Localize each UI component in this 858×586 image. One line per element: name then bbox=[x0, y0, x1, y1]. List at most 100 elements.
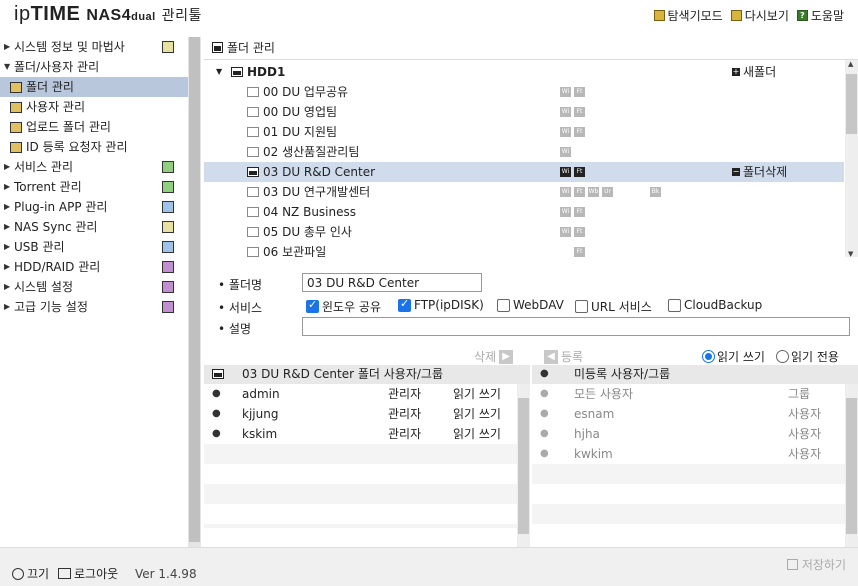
expand-icon: ▶ bbox=[4, 302, 11, 311]
minus-icon: − bbox=[732, 167, 740, 176]
ftp-checkbox[interactable]: FTP(ipDISK) bbox=[398, 297, 484, 312]
tree-folder-row[interactable]: 06 보관파일 Ft bbox=[204, 242, 844, 257]
sidebar-item-label: 시스템 정보 및 마법사 bbox=[14, 40, 125, 54]
sidebar-item-plugin[interactable]: ▶ Plug-in APP 관리 bbox=[0, 197, 188, 217]
scrollbar-thumb[interactable] bbox=[846, 74, 857, 134]
sidebar-item-label: 고급 기능 설정 bbox=[14, 300, 88, 314]
folder-tree: ▼ HDD1 + 새폴더 00 DU 업무공유 Wi Ft 00 DU 영업팀 Wi… bbox=[204, 59, 858, 257]
tree-folder-row[interactable]: 03 DU 연구개발센터 Wi Ft Wb Ur Bk bbox=[204, 182, 844, 202]
scroll-up-icon[interactable]: ▲ bbox=[848, 60, 853, 68]
sidebar-item-hdd-raid[interactable]: ▶ HDD/RAID 관리 bbox=[0, 257, 188, 277]
sidebar-item-usb[interactable]: ▶ USB 관리 bbox=[0, 237, 188, 257]
radio-icon bbox=[776, 350, 789, 363]
tree-folder-row[interactable]: 02 생산품질관리팀 Wi bbox=[204, 142, 844, 162]
register-user-button[interactable]: ◀ 등록 bbox=[544, 348, 583, 365]
folder-manage-title-icon bbox=[212, 42, 223, 53]
unregistered-panel-scrollbar[interactable] bbox=[845, 384, 858, 547]
logout-label: 로그아웃 bbox=[74, 567, 119, 581]
windows-share-icon: Wi bbox=[560, 127, 571, 137]
group-row[interactable]: ● 모든 사용자 그룹 bbox=[532, 384, 858, 404]
tree-folder-row[interactable]: 04 NZ Business Wi Ft bbox=[204, 202, 844, 222]
windows-share-icon: Wi bbox=[560, 87, 571, 97]
group-icon: ● bbox=[540, 388, 549, 399]
tree-folder-row[interactable]: 01 DU 지원팀 Wi Ft bbox=[204, 122, 844, 142]
refresh-link[interactable]: 다시보기 bbox=[730, 7, 789, 24]
help-label: 도움말 bbox=[810, 9, 844, 23]
tree-root-row[interactable]: ▼ HDD1 + 새폴더 bbox=[204, 62, 844, 82]
explorer-mode-link[interactable]: 탐색기모드 bbox=[653, 7, 723, 24]
registered-panel-scrollbar[interactable] bbox=[517, 384, 530, 547]
folder-icon bbox=[247, 227, 259, 237]
sidebar-item-service[interactable]: ▶ 서비스 관리 bbox=[0, 157, 188, 177]
user-type: 사용자 bbox=[788, 407, 822, 421]
tree-folder-row[interactable]: 00 DU 업무공유 Wi Ft bbox=[204, 82, 844, 102]
folder-name-input[interactable] bbox=[302, 273, 482, 292]
sidebar-item-torrent[interactable]: ▶ Torrent 관리 bbox=[0, 177, 188, 197]
tree-folder-row[interactable]: 00 DU 영업팀 Wi Ft bbox=[204, 102, 844, 122]
scrollbar-thumb[interactable] bbox=[846, 398, 857, 534]
user-row[interactable]: ● kwkim 사용자 bbox=[532, 444, 858, 464]
ftp-icon: Ft bbox=[574, 247, 585, 257]
sidebar-item-folder-manage[interactable]: 폴더 관리 bbox=[0, 77, 188, 97]
folder-icon bbox=[247, 247, 259, 257]
description-input[interactable] bbox=[302, 317, 850, 336]
sidebar-item-id-request[interactable]: ID 등록 요청자 관리 bbox=[0, 137, 188, 157]
folder-manage-icon bbox=[10, 81, 22, 93]
plugin-icon bbox=[162, 201, 174, 213]
user-icon: ● bbox=[212, 428, 221, 439]
user-type: 사용자 bbox=[788, 447, 822, 461]
user-row[interactable]: ● esnam 사용자 bbox=[532, 404, 858, 424]
scrollbar-thumb[interactable] bbox=[189, 37, 200, 542]
read-only-radio[interactable]: 읽기 전용 bbox=[776, 348, 839, 365]
cloudbackup-checkbox[interactable]: CloudBackup bbox=[668, 298, 762, 312]
sidebar-item-nas-sync[interactable]: ▶ NAS Sync 관리 bbox=[0, 217, 188, 237]
sidebar-item-advanced[interactable]: ▶ 고급 기능 설정 bbox=[0, 297, 188, 317]
id-request-icon bbox=[10, 141, 22, 153]
user-row[interactable]: ● hjha 사용자 bbox=[532, 424, 858, 444]
new-folder-button[interactable]: + 새폴더 bbox=[732, 62, 776, 82]
sidebar-item-folder-user[interactable]: ▼ 폴더/사용자 관리 bbox=[0, 57, 188, 77]
help-icon: ? bbox=[796, 10, 808, 21]
url-service-checkbox[interactable]: URL 서비스 bbox=[575, 298, 652, 315]
user-name: kskim bbox=[242, 427, 278, 441]
sidebar-item-user-manage[interactable]: 사용자 관리 bbox=[0, 97, 188, 117]
scroll-down-icon[interactable]: ▼ bbox=[848, 250, 853, 257]
sidebar-item-upload-folder[interactable]: 업로드 폴더 관리 bbox=[0, 117, 188, 137]
registered-panel-title: 03 DU R&D Center 폴더 사용자/그룹 bbox=[242, 367, 444, 381]
logout-button[interactable]: 로그아웃 bbox=[58, 565, 118, 582]
hdd-root-label: HDD1 bbox=[247, 65, 286, 79]
page-title-text: 폴더 관리 bbox=[227, 41, 275, 55]
expand-icon: ▶ bbox=[4, 42, 11, 51]
user-row[interactable]: ● kskim 관리자 읽기 쓰기 bbox=[204, 424, 530, 444]
tree-folder-row[interactable]: 05 DU 총무 인사 Wi Ft bbox=[204, 222, 844, 242]
advanced-icon bbox=[162, 301, 174, 313]
sidebar-scrollbar[interactable] bbox=[188, 37, 201, 547]
sidebar-item-system-info[interactable]: ▶ 시스템 정보 및 마법사 bbox=[0, 37, 188, 57]
user-row[interactable]: ● admin 관리자 읽기 쓰기 bbox=[204, 384, 530, 404]
sidebar-item-system-settings[interactable]: ▶ 시스템 설정 bbox=[0, 277, 188, 297]
url-service-label: URL 서비스 bbox=[591, 300, 652, 314]
power-off-button[interactable]: 끄기 bbox=[12, 565, 49, 582]
cloudbackup-label: CloudBackup bbox=[684, 298, 763, 312]
folder-icon bbox=[247, 147, 259, 157]
user-row[interactable]: ● kjjung 관리자 읽기 쓰기 bbox=[204, 404, 530, 424]
user-permission: 읽기 쓰기 bbox=[453, 427, 501, 441]
tree-folder-row-selected[interactable]: 03 DU R&D Center Wi Ft − 폴더삭제 bbox=[204, 162, 844, 182]
webdav-checkbox[interactable]: WebDAV bbox=[497, 298, 564, 312]
delete-folder-button[interactable]: − 폴더삭제 bbox=[732, 162, 787, 182]
windows-share-checkbox[interactable]: 윈도우 공유 bbox=[306, 298, 381, 315]
user-icon: ● bbox=[212, 408, 221, 419]
help-link[interactable]: ? 도움말 bbox=[796, 7, 844, 24]
read-write-radio[interactable]: 읽기 쓰기 bbox=[702, 348, 765, 365]
folder-name-row: • 폴더명 bbox=[204, 272, 858, 294]
save-label: 저장하기 bbox=[801, 558, 846, 572]
scrollbar-thumb[interactable] bbox=[518, 398, 529, 534]
service-badges: Wi Ft bbox=[560, 87, 585, 97]
user-type: 사용자 bbox=[788, 427, 822, 441]
folder-icon bbox=[247, 187, 259, 197]
hdd-folder-icon bbox=[231, 67, 243, 77]
tree-scrollbar[interactable]: ▲ ▼ bbox=[845, 60, 858, 257]
windows-share-icon: Wi bbox=[560, 147, 571, 157]
delete-user-button[interactable]: 삭제 ▶ bbox=[474, 348, 514, 365]
save-button[interactable]: 저장하기 bbox=[786, 556, 846, 573]
